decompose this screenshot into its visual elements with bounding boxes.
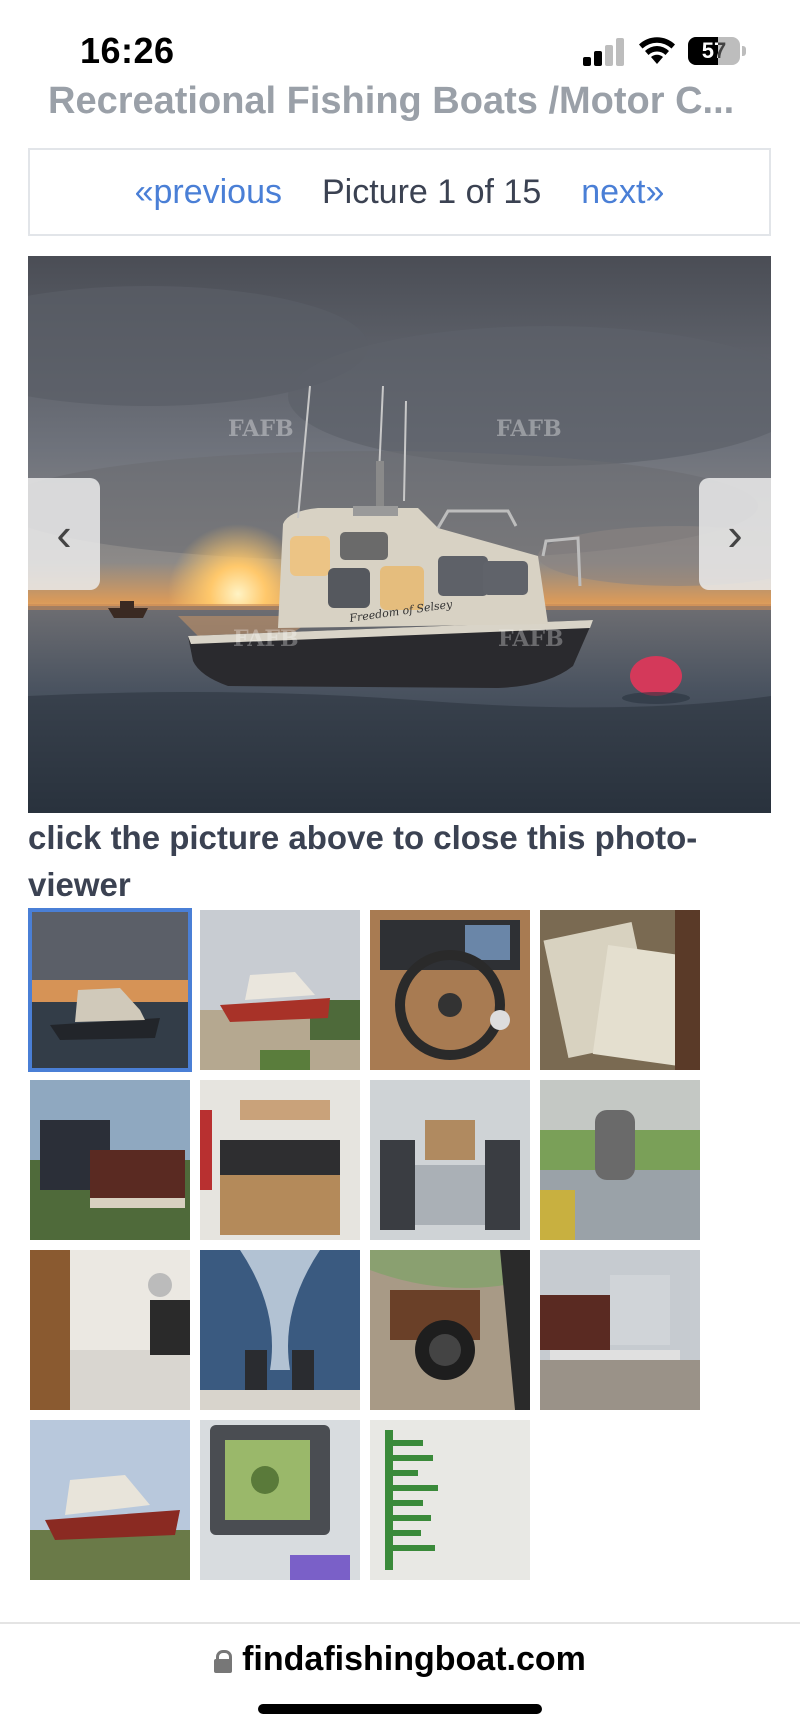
close-viewer-hint: click the picture above to close this ph… [28, 819, 698, 903]
photo-pager: «previous Picture 1 of 15 next» [28, 148, 771, 236]
thumbnail-wake-outboards[interactable] [200, 1250, 360, 1410]
lock-icon [214, 1650, 233, 1673]
thumbnail-outboard-engines[interactable] [30, 1080, 190, 1240]
thumbnail-boat-trailer-side[interactable] [30, 1420, 190, 1580]
battery-icon: 57 [688, 37, 740, 65]
watermark: FAFB [233, 626, 299, 652]
thumbnail-cabin-seats[interactable] [370, 1080, 530, 1240]
thumbnail-cabin-galley[interactable] [30, 1250, 190, 1410]
url-bar-divider [0, 1622, 800, 1624]
page-title: Recreational Fishing Boats /Motor C... [48, 80, 735, 122]
watermark: FAFB [228, 416, 294, 442]
cellular-signal-icon [583, 38, 625, 66]
thumbnail-compass[interactable] [370, 1250, 530, 1410]
thumbnail-printed-list[interactable] [370, 1420, 530, 1580]
thumbnail-boat-on-trailer[interactable] [200, 910, 360, 1070]
main-photo[interactable]: FAFB FAFB FAFB FAFB Freedom of Selsey [28, 256, 771, 813]
next-link[interactable]: next» [581, 173, 664, 212]
boat-sunset-photo: FAFB FAFB FAFB FAFB Freedom of Selsey [28, 256, 771, 813]
chevron-left-icon: ‹ [56, 508, 72, 560]
watermark: FAFB [498, 626, 564, 652]
thumbnail-deck-winch[interactable] [540, 1080, 700, 1240]
status-time: 16:26 [80, 30, 175, 71]
chevron-right-icon: › [727, 508, 743, 560]
home-indicator[interactable] [258, 1704, 542, 1714]
picture-counter: Picture 1 of 15 [321, 172, 542, 211]
wifi-icon [639, 37, 675, 64]
battery-level: 57 [701, 38, 727, 63]
thumbnail-documents[interactable] [540, 910, 700, 1070]
thumbnail-helm-wheel[interactable] [370, 910, 530, 1070]
thumbnail-fish-finder[interactable] [200, 1420, 360, 1580]
thumbnail-sunset-boat[interactable] [28, 908, 192, 1072]
url-text: findafishingboat.com [242, 1640, 586, 1678]
previous-link[interactable]: «previous [135, 173, 282, 212]
battery-cap [742, 46, 746, 56]
watermark: FAFB [496, 416, 562, 442]
thumbnail-cabin-interior[interactable] [200, 1080, 360, 1240]
address-bar[interactable]: findafishingboat.com [0, 1640, 800, 1679]
next-arrow-button[interactable]: › [699, 478, 771, 590]
thumbnail-trailer-rear[interactable] [540, 1250, 700, 1410]
previous-arrow-button[interactable]: ‹ [28, 478, 100, 590]
status-bar-overlap [0, 70, 800, 82]
